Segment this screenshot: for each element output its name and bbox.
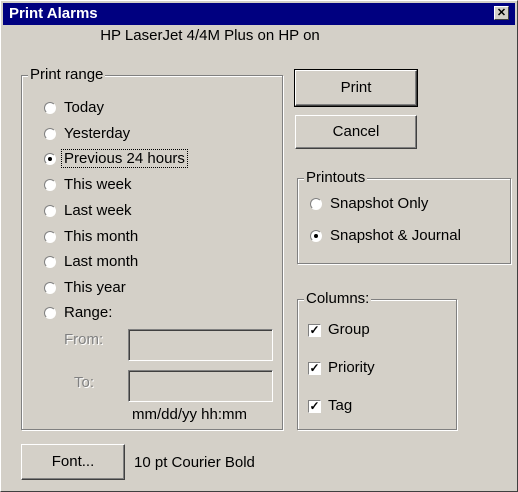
print-range-group: Print range Today Yesterday Previous 24 … bbox=[21, 66, 283, 430]
print-alarms-dialog: Print Alarms ✕ HP LaserJet 4/4M Plus on … bbox=[0, 0, 518, 492]
radio-button bbox=[310, 198, 322, 210]
close-button[interactable]: ✕ bbox=[494, 6, 509, 20]
to-label: To: bbox=[74, 374, 95, 391]
font-button-label: Font... bbox=[51, 453, 95, 470]
radio-label: Snapshot & Journal bbox=[330, 227, 461, 244]
checkmark-icon: ✓ bbox=[308, 399, 321, 413]
radio-button bbox=[44, 205, 56, 217]
radio-label: Today bbox=[64, 99, 105, 116]
print-range-label: Print range bbox=[28, 66, 106, 83]
print-button-label: Print bbox=[340, 79, 372, 96]
printer-name: HP LaserJet 4/4M Plus on HP on bbox=[100, 27, 320, 44]
to-field[interactable] bbox=[128, 370, 273, 402]
radio-button-selected bbox=[44, 153, 56, 165]
radio-label: Last month bbox=[64, 253, 139, 270]
checkmark-icon: ✓ bbox=[308, 361, 321, 375]
window-title: Print Alarms bbox=[9, 5, 98, 22]
checkmark-icon: ✓ bbox=[308, 323, 321, 337]
radio-button bbox=[44, 307, 56, 319]
close-icon: ✕ bbox=[496, 7, 507, 19]
printouts-group: Printouts Snapshot Only Snapshot & Journ… bbox=[297, 169, 511, 264]
checkbox-label: Priority bbox=[328, 359, 375, 376]
radio-label: This week bbox=[64, 176, 132, 193]
print-button[interactable]: Print bbox=[294, 69, 418, 107]
radio-label: Last week bbox=[64, 202, 132, 219]
checkbox-label: Tag bbox=[328, 397, 353, 414]
radio-button bbox=[44, 179, 56, 191]
radio-label: This month bbox=[64, 228, 139, 245]
printouts-label: Printouts bbox=[304, 169, 368, 186]
radio-button bbox=[44, 102, 56, 114]
radio-button-selected bbox=[310, 230, 322, 242]
radio-button bbox=[44, 231, 56, 243]
checkbox-label: Group bbox=[328, 321, 370, 338]
title-bar: Print Alarms ✕ bbox=[3, 3, 515, 25]
cancel-button-label: Cancel bbox=[332, 123, 380, 140]
radio-label: Snapshot Only bbox=[330, 195, 429, 212]
columns-label: Columns: bbox=[304, 290, 372, 307]
radio-selected-dot bbox=[48, 157, 52, 161]
font-button[interactable]: Font... bbox=[21, 444, 125, 480]
font-description: 10 pt Courier Bold bbox=[134, 454, 255, 471]
radio-label: Yesterday bbox=[64, 125, 131, 142]
cancel-button[interactable]: Cancel bbox=[295, 115, 417, 149]
radio-label: Previous 24 hours bbox=[61, 149, 188, 168]
radio-label: This year bbox=[64, 279, 126, 296]
from-field[interactable] bbox=[128, 329, 273, 361]
date-format-hint: mm/dd/yy hh:mm bbox=[132, 406, 248, 423]
radio-button bbox=[44, 128, 56, 140]
columns-group: Columns: ✓ Group ✓ Priority ✓ Tag bbox=[297, 290, 457, 430]
radio-selected-dot bbox=[314, 234, 318, 238]
radio-button bbox=[44, 256, 56, 268]
from-label: From: bbox=[64, 331, 104, 348]
radio-label: Range: bbox=[64, 304, 113, 321]
radio-button bbox=[44, 282, 56, 294]
